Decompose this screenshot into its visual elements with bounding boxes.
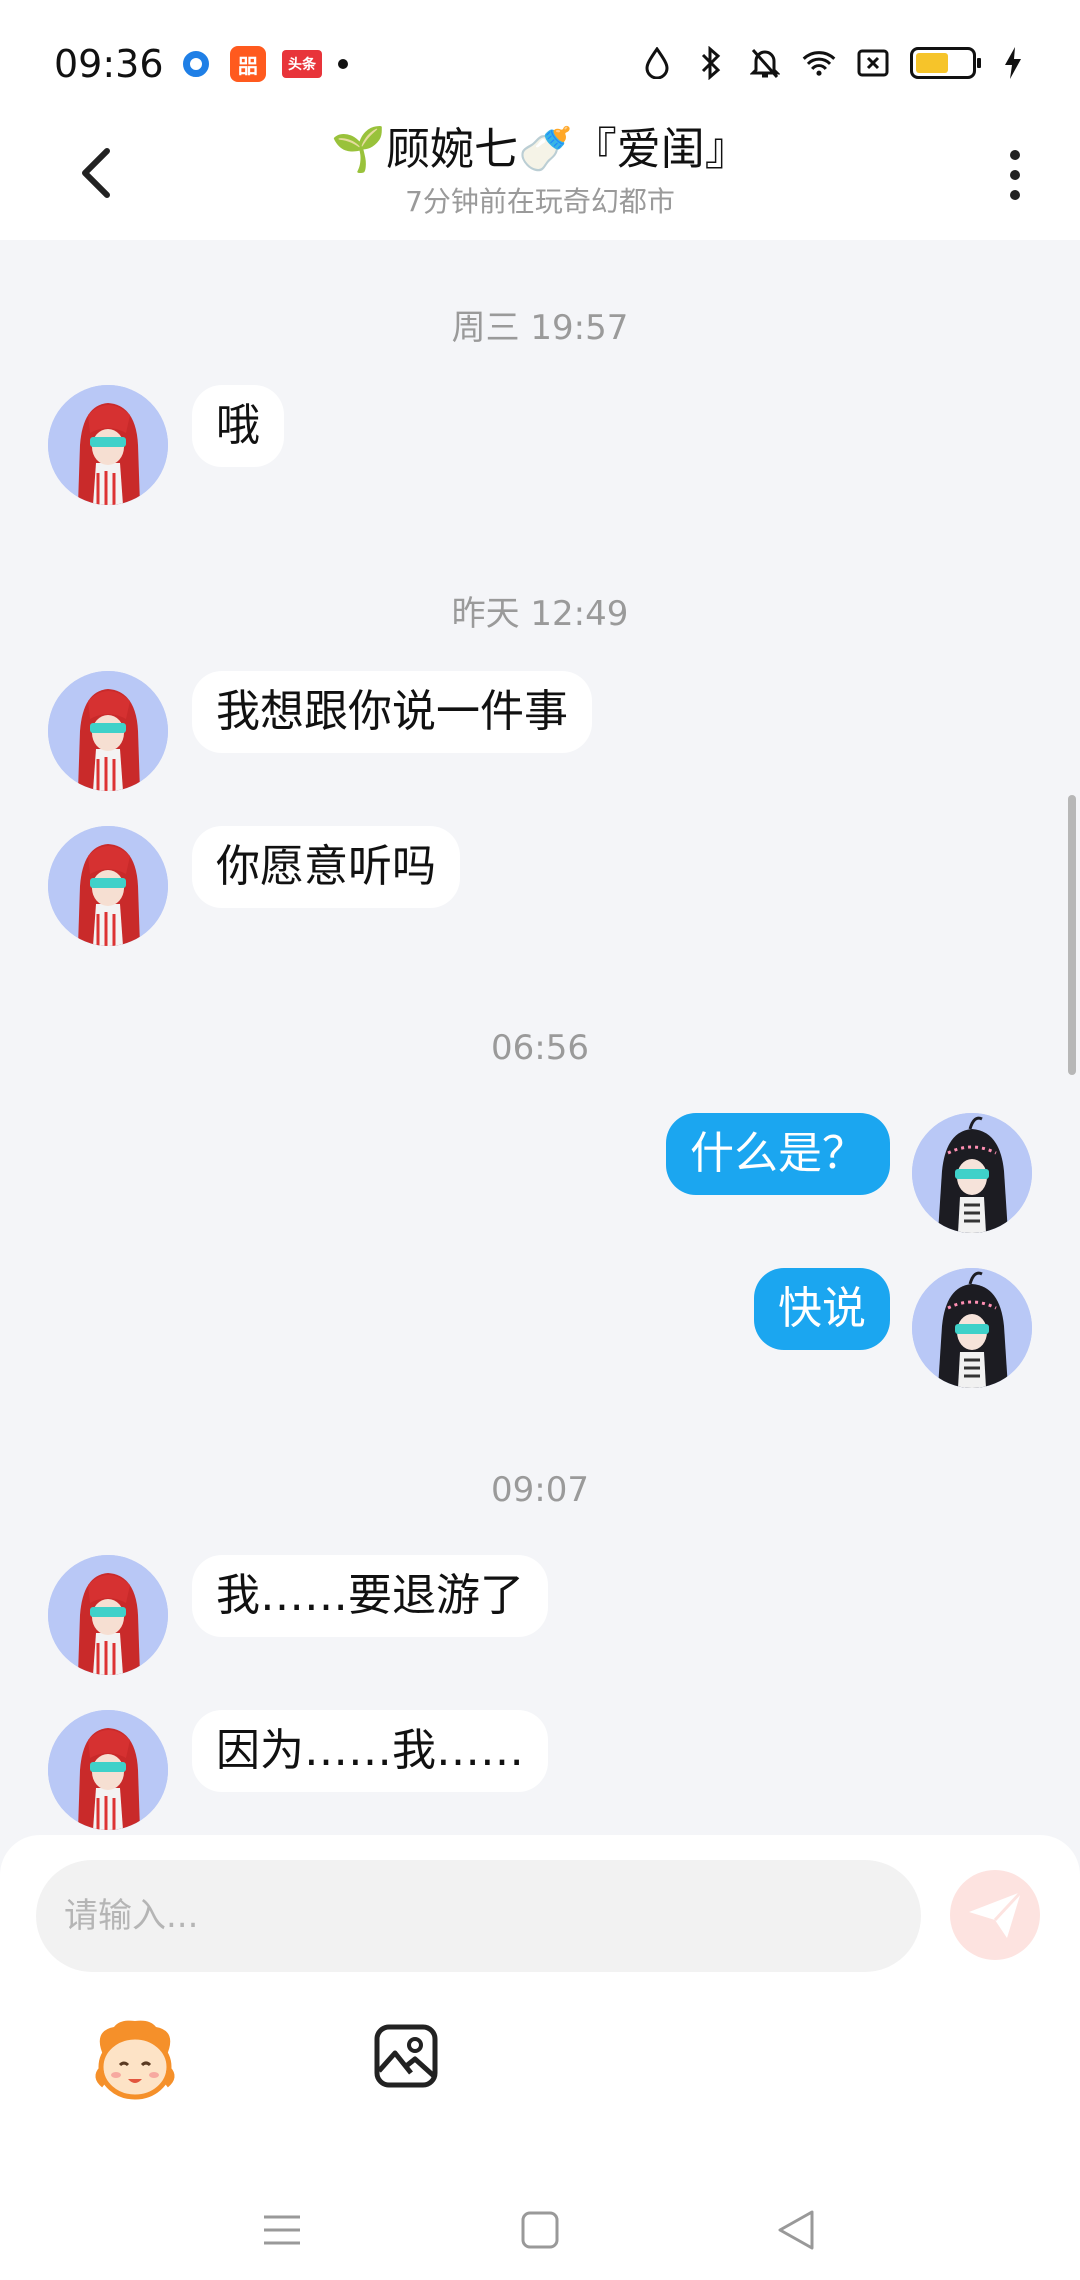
message-row-incoming: 我想跟你说一件事 (0, 671, 1080, 791)
avatar[interactable] (48, 385, 168, 505)
message-bubble[interactable]: 因为……我…… (192, 1710, 548, 1792)
browser-icon (178, 46, 214, 82)
system-nav-bar (0, 2180, 1080, 2280)
image-icon (374, 2024, 438, 2088)
more-options-button[interactable] (980, 140, 1050, 210)
message-row-outgoing: 什么是？ (0, 1113, 1080, 1233)
status-time: 09:36 (54, 42, 164, 86)
message-row-incoming: 哦 (0, 385, 1080, 505)
square-icon (521, 2211, 559, 2249)
avatar[interactable] (912, 1113, 1032, 1233)
more-dots-icon (1010, 150, 1020, 160)
triangle-back-icon (778, 2210, 814, 2250)
message-list[interactable]: 周三 19:57 哦 昨天 12:49 我想跟你说一件事 你愿意听吗 06:56… (0, 240, 1080, 1840)
battery-icon (910, 47, 981, 79)
chat-title: 🌱顾婉七🍼『爱闺』 (331, 124, 749, 175)
avatar[interactable] (48, 1710, 168, 1830)
avatar[interactable] (48, 826, 168, 946)
system-icons (640, 46, 1030, 80)
sim-card-icon (856, 46, 890, 80)
title-block: 🌱顾婉七🍼『爱闺』 7分钟前在玩奇幻都市 (0, 120, 1080, 220)
mute-icon (748, 46, 782, 80)
bluetooth-icon (694, 46, 728, 80)
message-bubble[interactable]: 快说 (754, 1268, 890, 1350)
data-saver-icon (640, 46, 674, 80)
timestamp: 09:07 (491, 1470, 589, 1510)
emoji-face-icon (95, 2020, 175, 2100)
notification-icons: 㗊 头条 (178, 46, 348, 82)
image-picker-button[interactable] (370, 2020, 442, 2092)
avatar[interactable] (48, 1555, 168, 1675)
scrollbar[interactable] (1068, 795, 1076, 1075)
avatar[interactable] (912, 1268, 1032, 1388)
message-bubble[interactable]: 你愿意听吗 (192, 826, 460, 908)
avatar[interactable] (48, 671, 168, 791)
paper-plane-icon (969, 1890, 1023, 1938)
recents-button[interactable] (252, 2200, 312, 2260)
message-bubble[interactable]: 我……要退游了 (192, 1555, 548, 1637)
back-nav-button[interactable] (766, 2200, 826, 2260)
message-bubble[interactable]: 哦 (192, 385, 284, 467)
timestamp: 06:56 (491, 1028, 589, 1068)
send-button[interactable] (950, 1870, 1040, 1960)
message-bubble[interactable]: 我想跟你说一件事 (192, 671, 592, 753)
home-button[interactable] (510, 2200, 570, 2260)
kuaishou-icon: 㗊 (230, 46, 266, 82)
message-row-incoming: 我……要退游了 (0, 1555, 1080, 1675)
charging-icon (996, 46, 1030, 80)
chat-header: 🌱顾婉七🍼『爱闺』 7分钟前在玩奇幻都市 (0, 110, 1080, 240)
message-bubble[interactable]: 什么是？ (666, 1113, 890, 1195)
timestamp: 周三 19:57 (451, 308, 629, 348)
toutiao-icon: 头条 (282, 50, 322, 78)
wifi-icon (802, 46, 836, 80)
message-row-outgoing: 快说 (0, 1268, 1080, 1388)
timestamp: 昨天 12:49 (451, 594, 629, 634)
more-notifications-dot (338, 59, 348, 69)
message-input[interactable] (36, 1860, 921, 1972)
chat-subtitle: 7分钟前在玩奇幻都市 (405, 185, 675, 218)
message-row-incoming: 因为……我…… (0, 1710, 1080, 1830)
menu-icon (264, 2215, 300, 2245)
emoji-sticker-button[interactable] (90, 2015, 180, 2105)
message-row-incoming: 你愿意听吗 (0, 826, 1080, 946)
